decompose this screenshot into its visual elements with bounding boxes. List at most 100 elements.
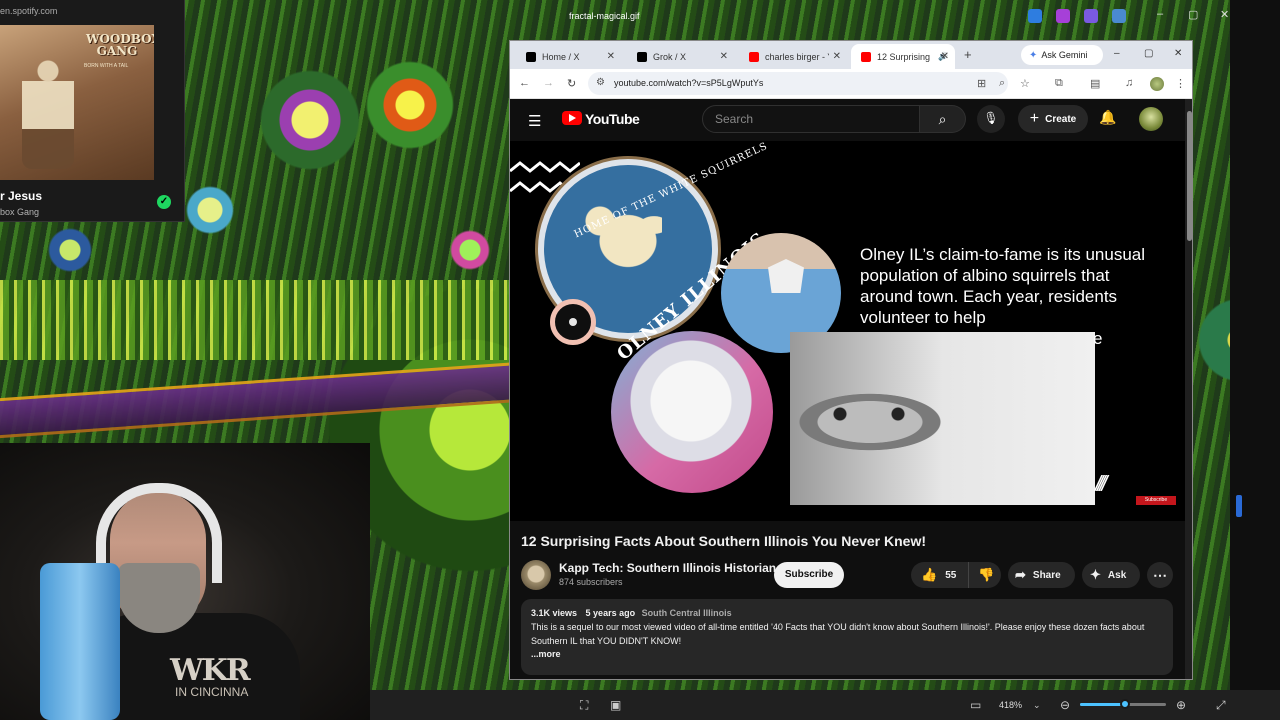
video-player[interactable]: HOME OF THE WHITE SQUIRRELS OLNEY ILLINO…	[510, 141, 1185, 521]
edit-icon[interactable]	[1028, 9, 1042, 23]
saved-check-icon[interactable]: ✓	[157, 195, 171, 209]
browser-window: Home / X ✕ Grok / X ✕ charles birger - Y…	[509, 40, 1193, 680]
search-button[interactable]: ⌕	[920, 105, 966, 133]
dislike-button[interactable]: 👎	[969, 567, 994, 583]
new-tab-button[interactable]: +	[964, 47, 972, 62]
viewer-bottom-bar: ⛶ ▣ ▭ 418% ⌄ ⊖ ⊕ ⤢	[370, 690, 1280, 720]
background-window-accent	[1236, 495, 1242, 517]
profile-avatar[interactable]	[1150, 77, 1164, 91]
tab-label: charles birger - Yo	[765, 51, 829, 62]
zoom-slider-fill	[1080, 703, 1125, 706]
track-artist[interactable]: box Gang	[0, 207, 39, 217]
browser-menu-icon[interactable]: ⋮	[1175, 77, 1186, 90]
menu-icon[interactable]: ☰	[528, 112, 541, 130]
onedrive-icon[interactable]	[1112, 9, 1126, 23]
background-window	[1230, 0, 1280, 690]
like-button[interactable]: 👍 55	[911, 562, 969, 588]
address-bar[interactable]: ⚙ youtube.com/watch?v=sP5LgWputYs	[588, 72, 1008, 95]
scrollbar-thumb[interactable]	[1187, 111, 1192, 241]
tab-grok-x[interactable]: Grok / X ✕	[627, 44, 736, 69]
search-input[interactable]: Search	[702, 105, 920, 133]
viewer-title-bar: fractal-magical.gif – ▢ ✕	[0, 0, 1280, 32]
clipchamp-icon[interactable]	[1084, 9, 1098, 23]
tab-label: Grok / X	[653, 51, 687, 62]
page-scrollbar[interactable]	[1185, 99, 1192, 679]
like-count: 55	[945, 569, 957, 581]
youtube-logo-icon[interactable]	[562, 111, 582, 125]
tab-home-x[interactable]: Home / X ✕	[516, 44, 623, 69]
zoom-dropdown-icon[interactable]: ⌄	[1033, 700, 1041, 711]
create-button[interactable]: + Create	[1018, 105, 1088, 133]
zoom-slider-thumb[interactable]	[1119, 699, 1130, 709]
back-icon[interactable]: ←	[519, 77, 530, 89]
channel-avatar[interactable]	[521, 560, 551, 590]
maximize-button[interactable]: ▢	[1188, 8, 1198, 21]
media-control-icon[interactable]: ♫	[1125, 77, 1133, 89]
track-name: r Jesus	[0, 189, 43, 203]
share-arrow-icon: ➦	[1015, 567, 1026, 582]
copilot-icon[interactable]	[1056, 9, 1070, 23]
close-button[interactable]: ✕	[1220, 8, 1229, 21]
notifications-bell-icon[interactable]: 🔔	[1099, 109, 1116, 126]
location-tag[interactable]: South Central Illinois	[642, 608, 732, 618]
spotify-miniplayer[interactable]: en.spotify.com WOODBOX GANG BORN WITH A …	[0, 0, 185, 222]
account-avatar[interactable]	[1139, 107, 1163, 131]
viewer-title: fractal-magical.gif	[569, 11, 640, 21]
site-info-icon[interactable]: ⚙	[596, 77, 605, 88]
tab-strip: Home / X ✕ Grok / X ✕ charles birger - Y…	[510, 41, 1192, 69]
youtube-logo-text[interactable]: YouTube	[585, 111, 640, 127]
upload-age: 5 years ago	[585, 608, 636, 618]
mugshot-eyes	[810, 396, 930, 436]
install-app-icon[interactable]: ⊞	[977, 77, 986, 90]
view-count: 3.1K views	[531, 608, 578, 618]
address-url[interactable]: youtube.com/watch?v=sP5LgWputYs	[614, 78, 763, 88]
gemini-sparkle-icon: ✦	[1029, 49, 1038, 61]
browser-maximize-button[interactable]: ▢	[1144, 48, 1153, 59]
zoom-lens-icon[interactable]: ⌕	[999, 77, 1005, 90]
youtube-page: ☰ YouTube Search ⌕ 🎙 + Create 🔔 HOME OF …	[510, 99, 1185, 679]
tab-charles-birger[interactable]: charles birger - Yo ✕	[739, 44, 849, 69]
zoom-slider[interactable]	[1080, 699, 1166, 709]
channel-name[interactable]: Kapp Tech: Southern Illinois Historian	[559, 561, 776, 575]
album-figure	[22, 59, 74, 169]
browser-toolbar: ← → ↻ ⚙ youtube.com/watch?v=sP5LgWputYs …	[510, 69, 1192, 99]
fit-icon[interactable]: ▭	[970, 698, 981, 712]
browser-minimize-button[interactable]: –	[1114, 48, 1120, 59]
viewer-toolbar-icons	[1028, 9, 1126, 23]
shirt-text: WKR	[170, 653, 251, 688]
show-more-link[interactable]: ...more	[531, 649, 1163, 659]
sparkle-icon: ✦	[1090, 567, 1101, 582]
reading-mode-icon[interactable]: ▤	[1090, 77, 1100, 90]
zoom-in-icon[interactable]: ⊕	[1176, 698, 1186, 712]
browser-close-button[interactable]: ✕	[1174, 48, 1182, 59]
zoom-out-icon[interactable]: ⊖	[1060, 698, 1070, 712]
album-subtitle: BORN WITH A TAIL	[84, 63, 129, 69]
description-box[interactable]: 3.1K views 5 years ago South Central Ill…	[521, 599, 1173, 675]
extensions-icon[interactable]: ⧉	[1055, 77, 1063, 90]
tab-close-icon[interactable]: ✕	[607, 51, 615, 62]
tab-close-icon[interactable]: ✕	[833, 51, 841, 62]
fractal-stripes	[0, 280, 520, 360]
tab-close-icon[interactable]: ✕	[720, 51, 728, 62]
x-favicon-icon	[637, 51, 647, 62]
more-actions-button[interactable]: ⋯	[1147, 562, 1173, 588]
subscribe-watermark[interactable]: Subscribe	[1136, 496, 1176, 505]
reload-icon[interactable]: ↻	[567, 77, 576, 90]
compare-icon[interactable]: ▣	[610, 698, 621, 712]
ask-gemini-label: Ask Gemini	[1041, 50, 1088, 60]
fullscreen-icon[interactable]: ⤢	[1216, 698, 1226, 713]
tab-close-icon[interactable]: ✕	[941, 51, 949, 62]
record-ring-icon	[550, 299, 596, 345]
ask-gemini-button[interactable]: ✦ Ask Gemini	[1021, 45, 1103, 65]
zoom-level[interactable]: 418%	[999, 700, 1022, 710]
forward-icon[interactable]: →	[543, 77, 554, 89]
subscribe-button[interactable]: Subscribe	[774, 562, 844, 588]
minimize-button[interactable]: –	[1157, 8, 1163, 20]
webcam-tumbler	[40, 563, 120, 720]
crop-icon[interactable]: ⛶	[580, 698, 588, 713]
bookmark-star-icon[interactable]: ☆	[1020, 77, 1030, 90]
ask-button[interactable]: ✦ Ask	[1082, 562, 1140, 588]
share-button[interactable]: ➦ Share	[1008, 562, 1075, 588]
voice-search-icon[interactable]: 🎙	[977, 105, 1005, 133]
tab-12-surprising[interactable]: 12 Surprising 🔊 ✕	[851, 44, 955, 69]
